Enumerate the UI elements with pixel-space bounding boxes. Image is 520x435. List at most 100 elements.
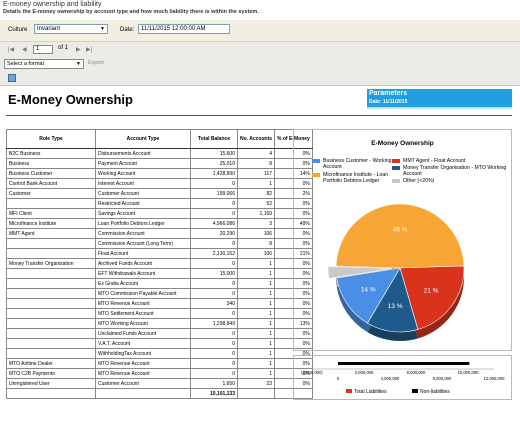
table-cell: Float Account xyxy=(95,248,191,259)
table-cell: Microfinance Institute xyxy=(6,218,96,229)
x-tick-label: 0 xyxy=(337,376,340,381)
pie-data-label: 21 % xyxy=(424,288,439,295)
next-page-icon[interactable]: ▶ xyxy=(76,46,81,53)
table-cell: MMT Agent xyxy=(6,228,96,239)
table-row: EFT Withdrawals Account 15,000 1 0% xyxy=(6,268,313,279)
table-cell: 0 xyxy=(190,278,238,289)
table-cell: Working Account xyxy=(95,168,191,179)
table-cell: 106 xyxy=(236,248,276,259)
legend-swatch xyxy=(412,389,418,393)
divider xyxy=(367,107,512,109)
table-cell xyxy=(6,388,96,399)
table-row: B2C Business Disbursements Account 15,600 4… xyxy=(6,148,313,159)
page-count: of 1 xyxy=(58,45,69,51)
table-cell: Unclaimed Funds Account xyxy=(95,328,191,339)
pie-data-label: 49 % xyxy=(393,227,408,234)
table-cell: 117 xyxy=(236,168,276,179)
table-row: Money Transfer Organisation Archived Fund… xyxy=(6,258,313,269)
column-header: Total Balance xyxy=(190,129,238,149)
report-header: E-money ownership and liability Details … xyxy=(0,0,520,20)
table-row: MTO Revenue Account 340 1 0% xyxy=(6,298,313,309)
table-cell: 1 xyxy=(236,308,276,319)
table-cell: 25,010 xyxy=(190,158,238,169)
table-cell xyxy=(6,308,96,319)
table-cell: 1 xyxy=(236,358,276,369)
table-cell: 1,428,890 xyxy=(190,168,238,179)
table-row: Ex Gratia Account 0 1 0% xyxy=(6,278,313,289)
table-cell xyxy=(6,288,96,299)
table-cell: 1 xyxy=(236,298,276,309)
table-cell: 2,130,152 xyxy=(190,248,238,259)
table-cell: 0 xyxy=(190,198,238,209)
table-row: V.A.T. Account 0 1 0% xyxy=(6,338,313,349)
first-page-icon[interactable]: |◀ xyxy=(8,46,14,53)
table-cell: 1,650 xyxy=(190,378,238,389)
chevron-down-icon: ▼ xyxy=(76,61,81,67)
table-row: Customer Customer Account 199,066 82 2% xyxy=(6,188,313,199)
table-cell: 1 xyxy=(236,328,276,339)
table-cell xyxy=(6,238,96,249)
pie-slice xyxy=(335,203,465,269)
table-cell: MTO Revenue Account xyxy=(95,368,191,379)
table-cell: Business xyxy=(6,158,96,169)
table-cell: 82 xyxy=(236,188,276,199)
total-balance: 10,101,133 xyxy=(190,388,238,399)
table-row: Microfinance Institute Loan Portfolio Deb… xyxy=(6,218,313,229)
table-cell: 1 xyxy=(236,318,276,329)
liability-bar-panel: (2,000,000) 0 2,000,000 4,000,000 6,000,000 8… xyxy=(293,355,512,400)
table-cell: Savings Account xyxy=(95,208,191,219)
table-cell: 15,000 xyxy=(190,268,238,279)
report-name: E-money ownership and liability xyxy=(3,1,102,8)
export-link[interactable]: Export xyxy=(88,60,104,66)
table-cell: 1 xyxy=(236,288,276,299)
table-cell: B2C Business xyxy=(6,148,96,159)
table-cell xyxy=(6,298,96,309)
table-cell: 1 xyxy=(236,338,276,349)
table-cell: 15,600 xyxy=(190,148,238,159)
bar-total-liabilities xyxy=(338,362,470,365)
table-cell: 0 xyxy=(190,338,238,349)
table-cell: MFI Client xyxy=(6,208,96,219)
table-cell: 3 xyxy=(236,218,276,229)
table-row: Control Bank Account Interest Account 0 1 0% xyxy=(6,178,313,189)
x-tick-label: 12,000,000 xyxy=(484,376,506,381)
pie-chart-panel: E-Money Ownership Business Customer - Wo… xyxy=(293,129,512,351)
table-cell: WithholdingTax Account xyxy=(95,348,191,359)
table-row: Business Customer Working Account 1,428,89… xyxy=(6,168,313,179)
legend-label: Non-liabilities xyxy=(420,389,450,395)
divider xyxy=(6,115,512,116)
chevron-down-icon: ▼ xyxy=(100,26,105,32)
table-row: MTO Working Account 1,298,849 1 13% xyxy=(6,318,313,329)
table-cell: 1 xyxy=(236,268,276,279)
last-page-icon[interactable]: ▶| xyxy=(86,46,92,53)
table-cell: 8 xyxy=(236,238,276,249)
table-cell: EFT Withdrawals Account xyxy=(95,268,191,279)
pie-data-label: 14 % xyxy=(361,287,376,294)
refresh-icon[interactable] xyxy=(8,74,16,82)
previous-page-icon[interactable]: ◀ xyxy=(22,46,27,53)
table-row: MFI Client Savings Account 0 1,169 0% xyxy=(6,208,313,219)
table-row: WithholdingTax Account 0 1 0% xyxy=(6,348,313,359)
table-cell xyxy=(95,388,191,399)
table-row: Unregistered User Customer Account 1,650 23… xyxy=(6,378,313,389)
page-number-input[interactable]: 1 xyxy=(33,45,53,54)
table-cell: V.A.T. Account xyxy=(95,338,191,349)
culture-label: Culture xyxy=(8,27,28,33)
table-cell: 1 xyxy=(236,278,276,289)
culture-select[interactable]: Invariant ▼ xyxy=(34,24,108,34)
table-cell: MTO Revenue Account xyxy=(95,358,191,369)
table-cell: 0 xyxy=(190,348,238,359)
table-cell xyxy=(6,328,96,339)
table-row: Restricted Account 0 52 0% xyxy=(6,198,313,209)
table-cell xyxy=(6,318,96,329)
table-cell: Disbursements Account xyxy=(95,148,191,159)
table-cell xyxy=(6,268,96,279)
x-tick-label: 6,000,000 xyxy=(407,370,426,375)
export-format-select[interactable]: Select a format ▼ xyxy=(4,59,84,69)
table-cell: 4,966,086 xyxy=(190,218,238,229)
table-cell xyxy=(236,388,276,399)
table-cell: 4 xyxy=(236,148,276,159)
table-cell: 1 xyxy=(236,348,276,359)
date-input[interactable]: 11/11/2015 12:00:00 AM xyxy=(138,24,230,34)
report-description: Details the E-money ownership by account… xyxy=(3,9,259,15)
